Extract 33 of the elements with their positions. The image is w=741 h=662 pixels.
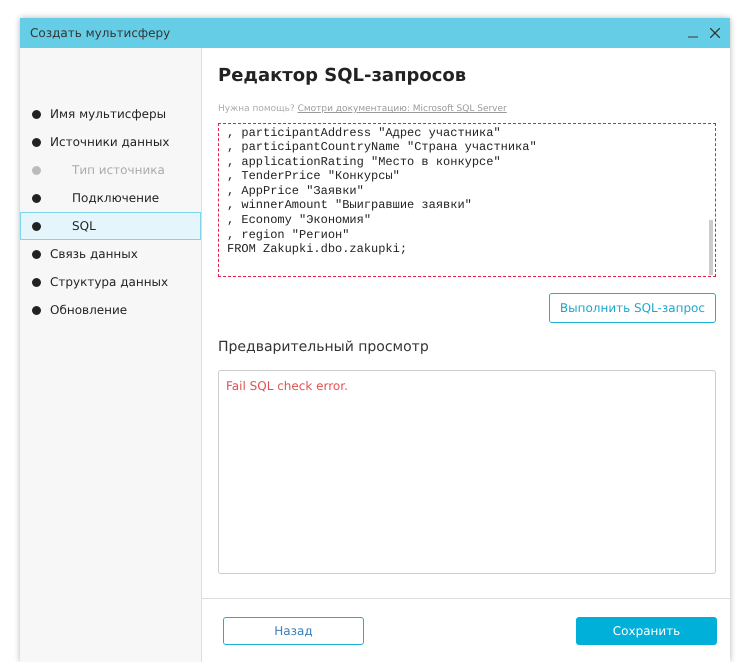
sidebar-item[interactable]: Источники данных: [20, 128, 201, 156]
sidebar-item[interactable]: Обновление: [20, 296, 201, 324]
close-icon[interactable]: [710, 28, 720, 38]
sidebar-item[interactable]: Связь данных: [20, 240, 201, 268]
bullet-icon: [32, 222, 41, 230]
sql-editor[interactable]: [218, 122, 716, 276]
editor-title: Редактор SQL-запросов: [218, 64, 468, 88]
code-line: , participantAddress "Адрес участника": [227, 126, 502, 140]
sidebar-item[interactable]: Имя мультисферы: [20, 100, 201, 128]
scrollbar-thumb[interactable]: [709, 220, 713, 274]
help-text: Нужна помощь?: [218, 104, 295, 114]
bullet-icon: [32, 138, 41, 146]
bullet-icon: [32, 250, 41, 258]
bullet-icon: [32, 166, 41, 174]
error-message: Fail SQL check error.: [226, 378, 348, 392]
code-line: , participantCountryName "Страна участника": [227, 140, 538, 155]
code-line: FROM Zakupki.dbo.zakupki;: [227, 242, 408, 257]
code-line: , region "Регион": [227, 228, 350, 242]
bullet-icon: [32, 306, 41, 314]
bullet-icon: [32, 278, 41, 286]
back-button[interactable]: Назад: [223, 616, 364, 644]
preview-title: Предварительный просмотр: [218, 338, 430, 356]
code-line: , applicationRating "Место в конкурсе": [227, 154, 502, 170]
code-line: , Economy "Экономия": [227, 213, 372, 228]
window-title: Создать мультисферу: [30, 25, 170, 42]
sidebar-item[interactable]: SQL: [20, 212, 201, 240]
sidebar-item[interactable]: Подключение: [20, 184, 201, 212]
code-line: , AppPrice "Заявки": [227, 184, 365, 198]
code-line: , TenderPrice "Конкурсы": [227, 169, 401, 184]
bullet-icon: [32, 194, 41, 202]
code-line: , winnerAmount "Выигравшие заявки": [227, 198, 473, 214]
sidebar-item[interactable]: Структура данных: [20, 268, 201, 296]
bullet-icon: [32, 110, 41, 118]
